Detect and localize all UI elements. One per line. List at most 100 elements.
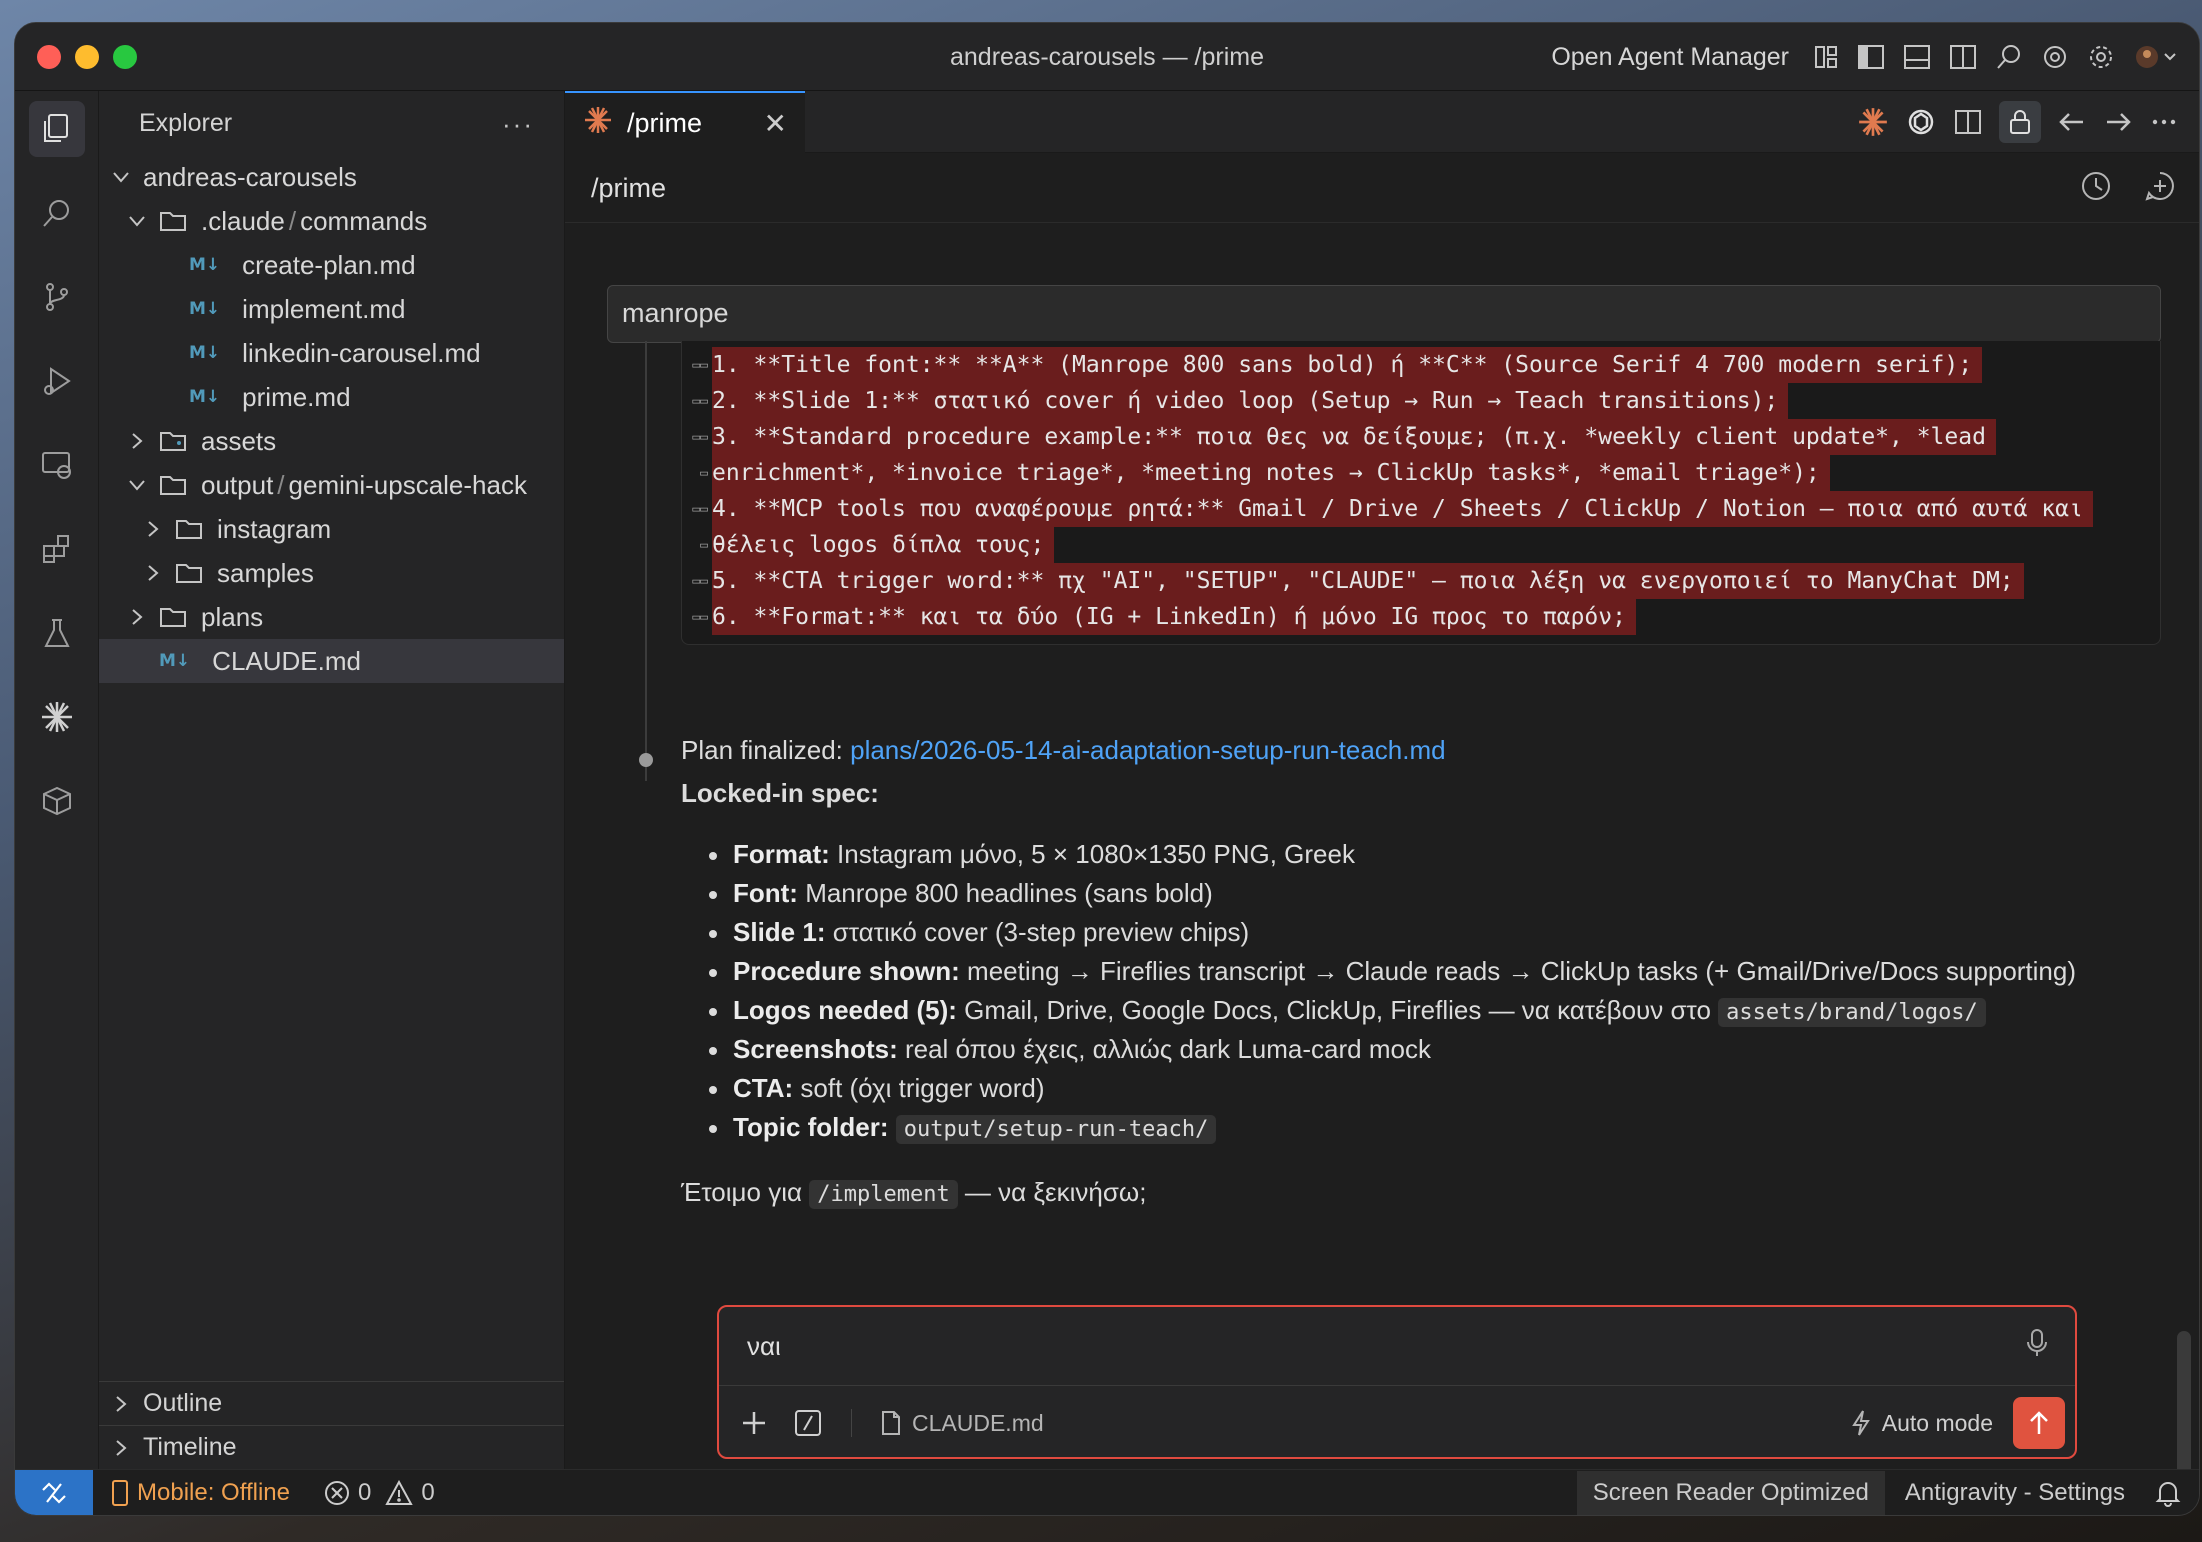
tree-folder-instagram[interactable]: instagram <box>99 507 564 551</box>
screen-reader-status[interactable]: Screen Reader Optimized <box>1576 1470 1885 1515</box>
inline-code: /implement <box>809 1180 958 1209</box>
run-debug-icon[interactable] <box>29 353 85 409</box>
slash-command-icon[interactable] <box>793 1408 823 1438</box>
remote-indicator-button[interactable] <box>15 1469 93 1515</box>
find-input[interactable]: manrope <box>607 285 2161 343</box>
diff-line: ▭▭ 1. **Title font:** **A** (Manrope 800 … <box>682 347 2160 383</box>
toggle-secondary-sidebar-icon[interactable] <box>1949 44 1977 70</box>
gear-icon[interactable] <box>2087 43 2115 71</box>
mobile-status-label: Mobile: Offline <box>137 1478 290 1506</box>
layout-grid-icon[interactable] <box>1813 44 1839 70</box>
gutter-marker: ▭▭ <box>692 573 708 589</box>
chevron-right-icon <box>111 1394 131 1414</box>
auto-mode-toggle[interactable]: Auto mode <box>1850 1409 1993 1437</box>
context-file-chip[interactable]: CLAUDE.md <box>880 1410 1044 1437</box>
path-separator: / <box>288 205 297 236</box>
tree-folder-assets[interactable]: assets <box>99 419 564 463</box>
timeline-section[interactable]: Timeline <box>99 1425 564 1469</box>
gutter-marker: ▭▭ <box>692 429 708 445</box>
markdown-icon: M↓ <box>189 387 221 407</box>
toolbar-separator <box>851 1409 852 1437</box>
lock-icon[interactable] <box>1999 101 2041 143</box>
tree-folder-samples[interactable]: samples <box>99 551 564 595</box>
explorer-title: Explorer <box>139 108 233 137</box>
chatgpt-icon[interactable] <box>2041 43 2069 71</box>
timeline-label: Timeline <box>143 1433 237 1461</box>
tree-folder-plans[interactable]: plans <box>99 595 564 639</box>
search-icon[interactable] <box>1995 43 2023 71</box>
error-count: 0 <box>357 1478 372 1506</box>
markdown-icon: M↓ <box>189 299 221 319</box>
tree-file[interactable]: M↓ create-plan.md <box>99 243 564 287</box>
toggle-primary-sidebar-icon[interactable] <box>1857 44 1885 70</box>
bell-icon[interactable] <box>2145 1479 2199 1507</box>
tree-file[interactable]: M↓ linkedin-carousel.md <box>99 331 564 375</box>
spec-list: Format: Instagram μόνο, 5 × 1080×1350 PN… <box>709 835 2161 1147</box>
auto-mode-label: Auto mode <box>1881 1409 1993 1436</box>
tree-folder-claude-commands[interactable]: .claude / commands <box>99 199 564 243</box>
mobile-status[interactable]: Mobile: Offline <box>111 1479 290 1507</box>
diff-line: ▭ enrichment*, *invoice triage*, *meeting… <box>682 455 2160 491</box>
title-actions: Open Agent Manager <box>1551 37 2177 77</box>
tree-root-folder[interactable]: andreas-carousels <box>99 155 564 199</box>
markdown-icon: M↓ <box>189 255 221 275</box>
chevron-down-icon <box>127 475 147 495</box>
problems-indicator[interactable]: 0 0 <box>324 1479 435 1507</box>
close-tab-icon[interactable]: ✕ <box>764 107 787 140</box>
testing-icon[interactable] <box>29 605 85 661</box>
activity-bar <box>15 91 99 1469</box>
toggle-panel-icon[interactable] <box>1903 44 1931 70</box>
tab-prime[interactable]: /prime ✕ <box>565 91 805 153</box>
extensions-icon[interactable] <box>29 521 85 577</box>
source-control-icon[interactable] <box>29 269 85 325</box>
folder-label: assets <box>201 425 277 456</box>
inline-code: assets/brand/logos/ <box>1718 998 1986 1027</box>
search-icon[interactable] <box>29 185 85 241</box>
composer-toolbar: CLAUDE.md Auto mode <box>739 1395 2065 1451</box>
tree-file-claude-md[interactable]: M↓ CLAUDE.md <box>99 639 564 683</box>
markdown-icon: M↓ <box>189 343 221 363</box>
tree-file[interactable]: M↓ implement.md <box>99 287 564 331</box>
chat-input[interactable]: ναι <box>747 1331 781 1362</box>
outline-section[interactable]: Outline <box>99 1381 564 1425</box>
composer-left-tools: CLAUDE.md <box>739 1408 1044 1438</box>
chatgpt-icon[interactable] <box>1905 106 1937 138</box>
list-item: Topic folder: output/setup-run-teach/ <box>709 1108 2161 1147</box>
folder-label: instagram <box>217 513 332 544</box>
avatar[interactable] <box>2133 43 2177 71</box>
history-icon[interactable] <box>2079 169 2113 203</box>
claude-icon[interactable] <box>29 689 85 745</box>
explorer-header: Explorer ··· <box>99 91 564 155</box>
diff-line: ▭▭ 6. **Format:** και τα δύο (IG + Linked… <box>682 599 2160 635</box>
packages-icon[interactable] <box>29 773 85 829</box>
explorer-icon[interactable] <box>29 101 85 157</box>
open-agent-manager-link[interactable]: Open Agent Manager <box>1551 43 1789 72</box>
gutter-marker: ▭ <box>700 537 708 553</box>
claude-icon[interactable] <box>1857 106 1889 138</box>
plus-icon[interactable] <box>739 1408 769 1438</box>
outline-label: Outline <box>143 1389 223 1417</box>
new-chat-icon[interactable] <box>2143 169 2177 203</box>
editor-actions <box>1857 101 2179 143</box>
claude-icon <box>583 105 613 142</box>
explorer-more-button[interactable]: ··· <box>502 109 534 140</box>
folder-icon <box>159 210 187 232</box>
markdown-icon: M↓ <box>159 651 191 671</box>
chevron-down-icon <box>111 167 131 187</box>
folder-icon <box>159 606 187 628</box>
plan-finalized-line: Plan finalized: plans/2026-05-14-ai-adap… <box>681 735 2161 766</box>
remote-explorer-icon[interactable] <box>29 437 85 493</box>
arrow-left-icon[interactable] <box>2057 108 2087 136</box>
tree-folder-output[interactable]: output / gemini-upscale-hack <box>99 463 564 507</box>
microphone-icon[interactable] <box>2025 1327 2049 1359</box>
more-actions-icon[interactable] <box>2149 108 2179 136</box>
gutter-marker: ▭▭ <box>692 357 708 373</box>
split-editor-icon[interactable] <box>1953 108 1983 136</box>
tree-file[interactable]: M↓ prime.md <box>99 375 564 419</box>
plan-link[interactable]: plans/2026-05-14-ai-adaptation-setup-run… <box>850 735 1445 765</box>
antigravity-settings-link[interactable]: Antigravity - Settings <box>1885 1479 2145 1507</box>
file-label: CLAUDE.md <box>212 645 361 676</box>
status-bar: Mobile: Offline 0 0 Screen Reader Optimi… <box>15 1469 2199 1515</box>
arrow-right-icon[interactable] <box>2103 108 2133 136</box>
send-button[interactable] <box>2013 1397 2065 1449</box>
